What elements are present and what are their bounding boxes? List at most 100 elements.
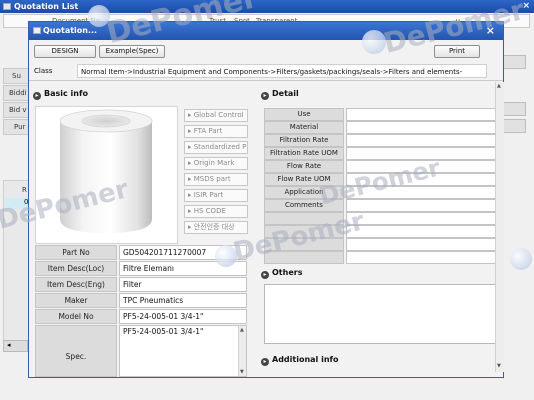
application-field[interactable] bbox=[346, 186, 497, 199]
dialog-titlebar: Quotation... × bbox=[29, 22, 503, 40]
scroll-up-icon[interactable]: ▲ bbox=[240, 327, 244, 333]
item-desc-loc-label: Item Desc(Loc) bbox=[35, 261, 117, 276]
basic-info-title: Basic info bbox=[44, 89, 88, 98]
bg-scroll-left-arrow[interactable]: ◂ bbox=[3, 340, 28, 352]
detail-header[interactable]: ▸ Detail bbox=[261, 89, 299, 100]
detail-row-empty bbox=[264, 251, 498, 264]
divider bbox=[29, 80, 503, 81]
scroll-up-icon[interactable]: ▲ bbox=[497, 83, 501, 89]
dialog-close-icon[interactable]: × bbox=[486, 22, 495, 40]
spec-scrollbar[interactable]: ▲ ▼ bbox=[238, 326, 246, 376]
spec-textarea[interactable]: PF5-24-005-01 3/4-1" bbox=[119, 325, 247, 377]
bg-right-field[interactable] bbox=[502, 119, 526, 133]
quotation-list-titlebar: Quotation List × bbox=[0, 0, 534, 13]
window-app-icon bbox=[3, 3, 11, 10]
others-title: Others bbox=[272, 268, 303, 277]
comments-field[interactable] bbox=[346, 199, 497, 212]
expand-icon: ▸ bbox=[261, 271, 269, 279]
class-path-row: Class Normal Item->Industrial Equipment … bbox=[32, 64, 487, 78]
spec-label: Spec. bbox=[35, 325, 117, 377]
empty-label bbox=[264, 238, 344, 251]
part-no-row: Part No GD504201711270007 bbox=[35, 245, 247, 260]
item-desc-loc-field[interactable]: Filtre Elemanı bbox=[119, 261, 247, 276]
detail-title: Detail bbox=[272, 89, 299, 98]
comments-label: Comments bbox=[264, 199, 344, 212]
filtration-rate-field[interactable] bbox=[346, 134, 497, 147]
item-desc-eng-label: Item Desc(Eng) bbox=[35, 277, 117, 292]
fta-part-button[interactable]: ▸ FTA Part bbox=[184, 125, 248, 138]
quotation-list-title: Quotation List bbox=[14, 2, 79, 11]
flow-rate-uom-field[interactable] bbox=[346, 173, 497, 186]
model-no-field[interactable]: PF5-24-005-01 3/4-1" bbox=[119, 309, 247, 324]
use-label: Use bbox=[264, 108, 344, 121]
maker-row: Maker TPC Pneumatics bbox=[35, 293, 247, 308]
empty-field[interactable] bbox=[346, 212, 497, 225]
item-desc-eng-row: Item Desc(Eng) Filter bbox=[35, 277, 247, 292]
empty-field[interactable] bbox=[346, 225, 497, 238]
example-spec-tab-button[interactable]: Example(Spec) bbox=[99, 45, 165, 58]
filtration-rate-uom-label: Filtration Rate UOM bbox=[264, 147, 344, 160]
basic-info-header[interactable]: ▸ Basic info bbox=[33, 89, 88, 100]
maker-field[interactable]: TPC Pneumatics bbox=[119, 293, 247, 308]
print-button[interactable]: Print bbox=[434, 45, 480, 58]
bg-results-col-header[interactable]: R bbox=[22, 186, 27, 194]
detail-row-comments: Comments bbox=[264, 199, 498, 212]
filter-cartridge-image bbox=[59, 109, 153, 233]
others-textarea[interactable] bbox=[264, 284, 498, 344]
detail-row-empty bbox=[264, 238, 498, 251]
global-control-button[interactable]: ▸ Global Control bbox=[184, 109, 248, 122]
detail-row-filtration-rate-uom: Filtration Rate UOM bbox=[264, 147, 498, 160]
flow-rate-field[interactable] bbox=[346, 160, 497, 173]
bg-right-field[interactable] bbox=[502, 102, 526, 116]
maker-label: Maker bbox=[35, 293, 117, 308]
product-image bbox=[35, 106, 178, 244]
flow-rate-uom-label: Flow Rate UOM bbox=[264, 173, 344, 186]
additional-info-title: Additional info bbox=[272, 355, 339, 364]
dialog-title: Quotation... bbox=[43, 26, 98, 35]
scroll-down-icon[interactable]: ▼ bbox=[240, 369, 244, 375]
standardized-part-button[interactable]: ▸ Standardized P bbox=[184, 141, 248, 154]
expand-icon: ▸ bbox=[261, 358, 269, 366]
filtration-rate-label: Filtration Rate bbox=[264, 134, 344, 147]
others-header[interactable]: ▸ Others bbox=[261, 268, 302, 279]
empty-label bbox=[264, 225, 344, 238]
bg-right-field[interactable] bbox=[502, 55, 526, 69]
empty-field[interactable] bbox=[346, 251, 497, 264]
model-no-label: Model No bbox=[35, 309, 117, 324]
flow-rate-label: Flow Rate bbox=[264, 160, 344, 173]
model-no-row: Model No PF5-24-005-01 3/4-1" bbox=[35, 309, 247, 324]
origin-mark-button[interactable]: ▸ Origin Mark bbox=[184, 157, 248, 170]
additional-info-header[interactable]: ▸ Additional info bbox=[261, 355, 338, 366]
use-field[interactable] bbox=[346, 108, 497, 121]
dialog-app-icon bbox=[33, 27, 41, 34]
detail-row-flow-rate-uom: Flow Rate UOM bbox=[264, 173, 498, 186]
scroll-down-icon[interactable]: ▼ bbox=[497, 363, 501, 369]
item-desc-loc-row: Item Desc(Loc) Filtre Elemanı bbox=[35, 261, 247, 276]
msds-part-button[interactable]: ▸ MSDS part bbox=[184, 173, 248, 186]
design-tab-button[interactable]: DESIGN bbox=[34, 45, 96, 58]
dialog-scrollbar[interactable]: ▲ ▼ bbox=[495, 82, 504, 372]
safety-certification-button[interactable]: ▸ 안전인증 대상 bbox=[184, 221, 248, 234]
empty-label bbox=[264, 212, 344, 225]
part-no-field[interactable]: GD504201711270007 bbox=[119, 245, 247, 260]
material-field[interactable] bbox=[346, 121, 497, 134]
isir-part-button[interactable]: ▸ ISIR Part bbox=[184, 189, 248, 202]
hs-code-button[interactable]: ▸ HS CODE bbox=[184, 205, 248, 218]
empty-field[interactable] bbox=[346, 238, 497, 251]
detail-row-empty bbox=[264, 212, 498, 225]
empty-label bbox=[264, 251, 344, 264]
detail-row-material: Material bbox=[264, 121, 498, 134]
application-label: Application bbox=[264, 186, 344, 199]
detail-row-filtration-rate: Filtration Rate bbox=[264, 134, 498, 147]
class-label: Class bbox=[34, 67, 53, 75]
expand-icon: ▸ bbox=[261, 92, 269, 100]
item-desc-eng-field[interactable]: Filter bbox=[119, 277, 247, 292]
bg-right-controls bbox=[502, 55, 530, 255]
detail-row-empty bbox=[264, 225, 498, 238]
close-icon[interactable]: × bbox=[522, 0, 530, 13]
part-no-label: Part No bbox=[35, 245, 117, 260]
class-path-field[interactable]: Normal Item->Industrial Equipment and Co… bbox=[77, 64, 487, 78]
quotation-detail-dialog: Quotation... × DESIGN Example(Spec) Prin… bbox=[28, 21, 504, 378]
detail-row-use: Use bbox=[264, 108, 498, 121]
filtration-rate-uom-field[interactable] bbox=[346, 147, 497, 160]
